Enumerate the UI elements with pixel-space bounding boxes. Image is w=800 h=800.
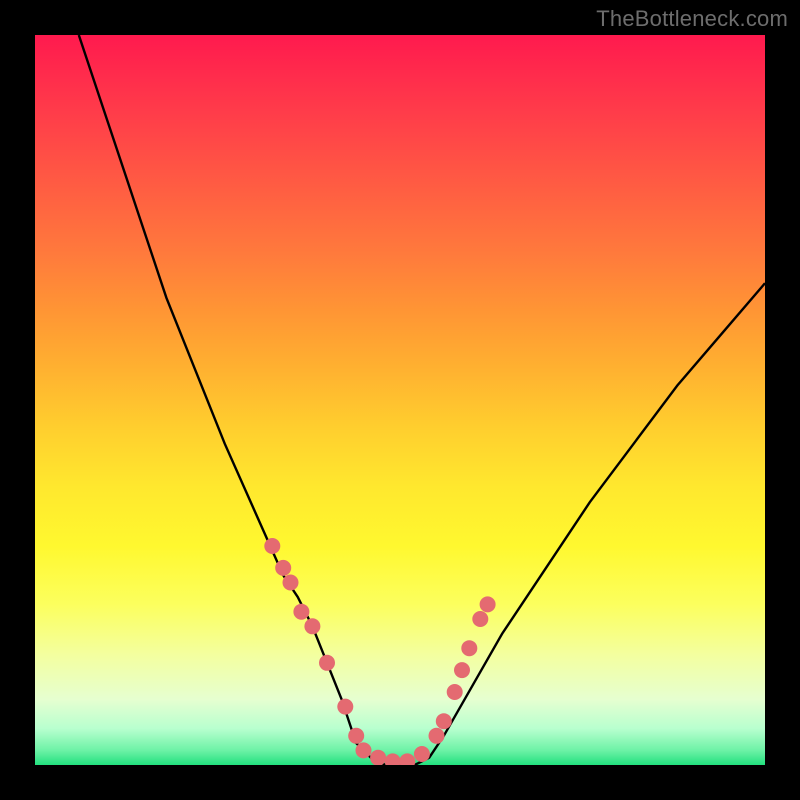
highlight-dot bbox=[480, 596, 496, 612]
highlight-dot bbox=[275, 560, 291, 576]
bottleneck-curve bbox=[79, 35, 765, 765]
watermark-text: TheBottleneck.com bbox=[596, 6, 788, 32]
highlight-dot bbox=[429, 728, 445, 744]
highlight-dot bbox=[264, 538, 280, 554]
highlight-dot bbox=[319, 655, 335, 671]
chart-frame: TheBottleneck.com bbox=[0, 0, 800, 800]
highlight-dot bbox=[447, 684, 463, 700]
highlight-dot bbox=[356, 742, 372, 758]
highlight-dot bbox=[461, 640, 477, 656]
highlight-dot bbox=[385, 753, 401, 765]
chart-svg bbox=[35, 35, 765, 765]
highlight-dot bbox=[370, 750, 386, 765]
highlight-dot bbox=[414, 746, 430, 762]
highlight-dot bbox=[436, 713, 452, 729]
highlight-dot bbox=[472, 611, 488, 627]
highlight-dot bbox=[348, 728, 364, 744]
highlight-dot bbox=[304, 618, 320, 634]
highlight-dots bbox=[264, 538, 495, 765]
highlight-dot bbox=[399, 753, 415, 765]
highlight-dot bbox=[337, 699, 353, 715]
highlight-dot bbox=[283, 575, 299, 591]
chart-plot-area bbox=[35, 35, 765, 765]
highlight-dot bbox=[454, 662, 470, 678]
highlight-dot bbox=[293, 604, 309, 620]
